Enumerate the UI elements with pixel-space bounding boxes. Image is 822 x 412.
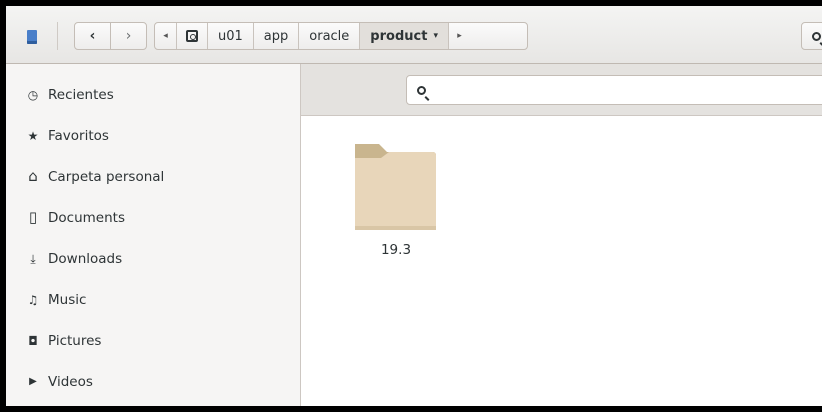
search-bar — [301, 64, 822, 116]
navigation-buttons: ‹ › — [74, 22, 147, 50]
download-icon: ⤓ — [30, 251, 36, 266]
files-app-icon — [27, 30, 37, 44]
path-crumb-app[interactable]: app — [254, 23, 300, 49]
sidebar-item-label: Documents — [48, 209, 125, 226]
sidebar-item-videos[interactable]: ▶ Videos — [6, 361, 300, 402]
path-crumb-oracle[interactable]: oracle — [299, 23, 361, 49]
sidebar-item-label: Favoritos — [48, 127, 109, 144]
chevron-down-icon: ▾ — [433, 31, 438, 41]
path-crumb-label: u01 — [218, 28, 243, 44]
sidebar-item-label: Pictures — [48, 332, 102, 349]
folder-item-19-3[interactable]: 19.3 — [341, 138, 441, 258]
path-crumb-label: oracle — [309, 28, 350, 44]
header-bar: ‹ › ◂ u01 app oracle product ▾ ▸ — [6, 6, 822, 64]
folder-icon — [355, 144, 436, 230]
path-crumb-product[interactable]: product ▾ — [360, 23, 449, 49]
arrow-right-icon: ▸ — [457, 31, 462, 41]
sidebar-item-pictures[interactable]: ◘ Pictures — [6, 320, 300, 361]
chevron-left-icon: ‹ — [89, 28, 96, 44]
path-scroll-right-button[interactable]: ▸ — [449, 23, 470, 49]
path-root-drive-button[interactable] — [177, 23, 208, 49]
search-toggle-button[interactable] — [801, 22, 822, 50]
file-view: 19.3 — [301, 64, 822, 406]
sidebar-item-label: Music — [48, 291, 87, 308]
sidebar-item-music[interactable]: ♫ Music — [6, 279, 300, 320]
places-sidebar: ◷ Recientes ★ Favoritos ⌂ Carpeta person… — [6, 64, 301, 406]
sidebar-item-label: Videos — [48, 373, 93, 390]
path-scroll-left-button[interactable]: ◂ — [155, 23, 177, 49]
path-crumb-label: product — [370, 28, 428, 44]
home-icon: ⌂ — [28, 167, 38, 185]
sidebar-item-label: Recientes — [48, 86, 114, 103]
sidebar-item-label: Carpeta personal — [48, 168, 165, 185]
drive-icon — [186, 30, 198, 42]
folder-name: 19.3 — [380, 242, 412, 258]
back-button[interactable]: ‹ — [74, 22, 111, 50]
search-input[interactable] — [406, 75, 822, 105]
sidebar-item-downloads[interactable]: ⤓ Downloads — [6, 238, 300, 279]
path-bar: ◂ u01 app oracle product ▾ ▸ — [154, 22, 528, 50]
sidebar-item-documents[interactable]: ▯ Documents — [6, 197, 300, 238]
header-separator — [57, 22, 58, 50]
video-icon: ▶ — [29, 375, 37, 387]
search-icon — [417, 85, 426, 95]
document-icon: ▯ — [28, 208, 38, 226]
arrow-left-icon: ◂ — [163, 31, 168, 41]
sidebar-item-label: Downloads — [48, 250, 123, 267]
sidebar-item-recientes[interactable]: ◷ Recientes — [6, 74, 300, 115]
camera-icon: ◘ — [28, 333, 38, 348]
file-manager-window: ‹ › ◂ u01 app oracle product ▾ ▸ ◷ Recie… — [6, 6, 822, 406]
sidebar-item-carpeta-personal[interactable]: ⌂ Carpeta personal — [6, 156, 300, 197]
clock-icon: ◷ — [27, 87, 39, 102]
path-crumb-u01[interactable]: u01 — [208, 23, 254, 49]
forward-button[interactable]: › — [110, 22, 147, 50]
star-icon: ★ — [27, 128, 39, 143]
search-icon — [812, 31, 821, 41]
path-crumb-label: app — [263, 28, 289, 44]
sidebar-item-favoritos[interactable]: ★ Favoritos — [6, 115, 300, 156]
music-icon: ♫ — [27, 292, 39, 307]
chevron-right-icon: › — [125, 28, 132, 44]
